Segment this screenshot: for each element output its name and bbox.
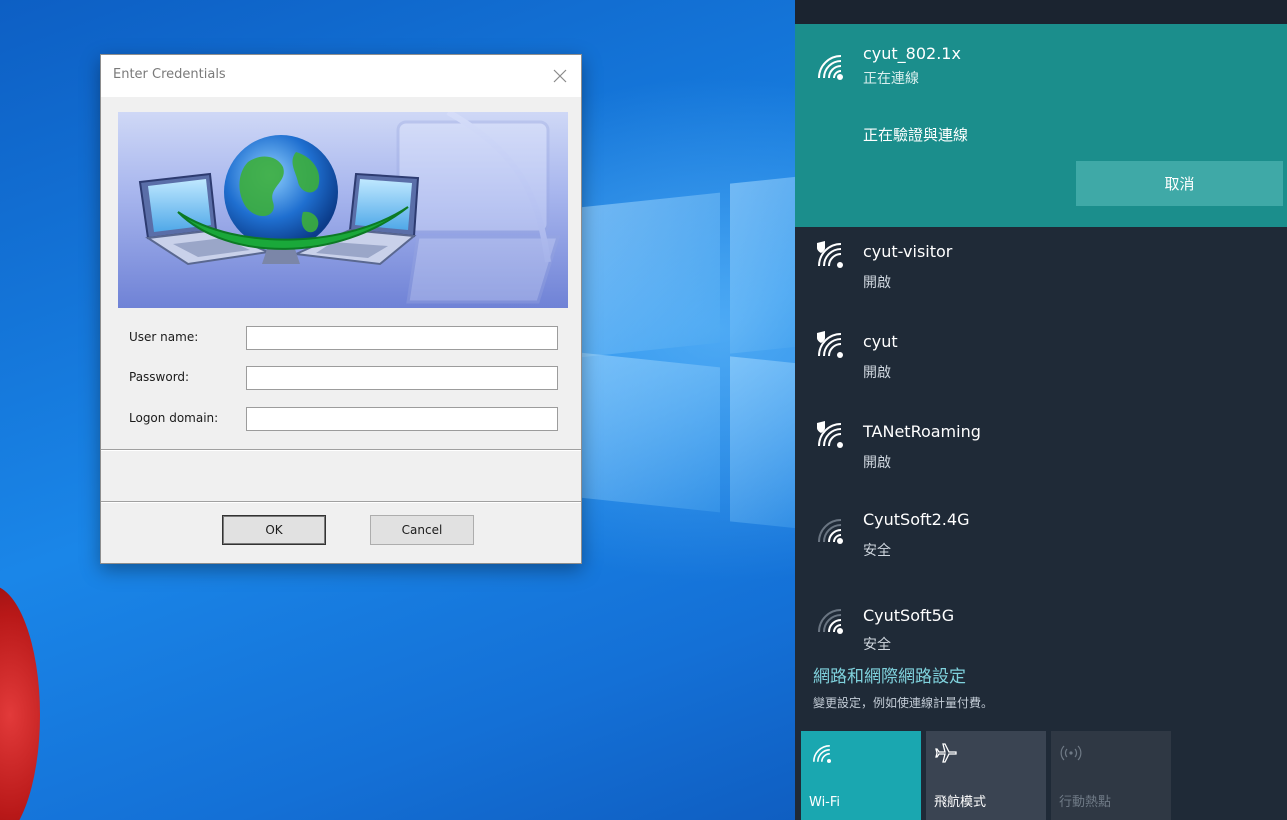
network-name: CyutSoft2.4G [863,510,970,529]
active-network-panel[interactable]: cyut_802.1x 正在連線 正在驗證與連線 取消 [795,24,1287,227]
logon-domain-row: Logon domain: [129,407,559,431]
logon-domain-label: Logon domain: [129,411,219,425]
ok-button[interactable]: OK [222,515,326,545]
password-label: Password: [129,370,190,384]
active-network-name: cyut_802.1x [863,44,961,63]
network-name: TANetRoaming [863,422,981,441]
wifi-connecting-icon [818,55,843,80]
network-status: 安全 [863,637,891,653]
username-label: User name: [129,330,199,344]
network-banner-image [118,112,568,308]
wallpaper-red-shape [0,585,40,820]
cancel-button[interactable]: Cancel [370,515,474,545]
logon-domain-input[interactable] [246,407,558,431]
network-item-cyutsoft24g[interactable]: CyutSoft2.4G 安全 [795,500,1287,590]
wifi-weak-icon [818,519,843,544]
network-settings-link[interactable]: 網路和網際網路設定 [813,662,966,687]
hotspot-tile-label: 行動熱點 [1059,795,1112,810]
dialog-titlebar[interactable]: Enter Credentials [101,55,581,97]
hotspot-icon [1060,745,1082,761]
network-flyout: cyut_802.1x 正在連線 正在驗證與連線 取消 cyut-visitor… [795,0,1287,820]
cancel-connect-button[interactable]: 取消 [1076,161,1283,206]
wifi-open-shield-icon [817,331,843,358]
network-item-cyut-visitor[interactable]: cyut-visitor 開啟 [795,230,1287,320]
username-row: User name: [129,326,559,350]
network-item-cyutsoft5g[interactable]: CyutSoft5G 安全 [795,590,1287,654]
enter-credentials-dialog: Enter Credentials User name: Password: L… [100,54,582,564]
network-status: 開啟 [863,455,891,471]
network-name: CyutSoft5G [863,606,955,625]
divider-highlight [101,502,581,503]
password-row: Password: [129,366,559,390]
close-button[interactable] [547,63,573,89]
airplane-icon [935,743,957,763]
network-status: 開啟 [863,275,891,291]
username-input[interactable] [246,326,558,350]
network-status: 安全 [863,543,891,559]
wifi-toggle-tile[interactable]: Wi-Fi [801,731,921,820]
network-status: 開啟 [863,365,891,381]
network-name: cyut-visitor [863,242,953,261]
network-settings-description: 變更設定，例如使連線計量付費。 [813,696,994,710]
dialog-title: Enter Credentials [113,67,226,82]
wifi-weak-icon [818,609,843,634]
divider-highlight [101,450,581,451]
close-icon [553,69,567,83]
wifi-icon [813,745,831,763]
password-input[interactable] [246,366,558,390]
airplane-tile-label: 飛航模式 [934,795,987,810]
network-name: cyut [863,332,898,351]
connecting-message: 正在驗證與連線 [863,126,969,144]
network-item-tanetroaming[interactable]: TANetRoaming 開啟 [795,410,1287,500]
flyout-top-strip [795,0,1287,24]
mobile-hotspot-tile[interactable]: 行動熱點 [1051,731,1171,820]
airplane-mode-tile[interactable]: 飛航模式 [926,731,1046,820]
active-network-status: 正在連線 [863,71,919,87]
network-item-cyut[interactable]: cyut 開啟 [795,320,1287,410]
wifi-open-shield-icon [817,241,843,268]
wifi-tile-label: Wi-Fi [809,795,841,810]
wifi-open-shield-icon [817,421,843,448]
